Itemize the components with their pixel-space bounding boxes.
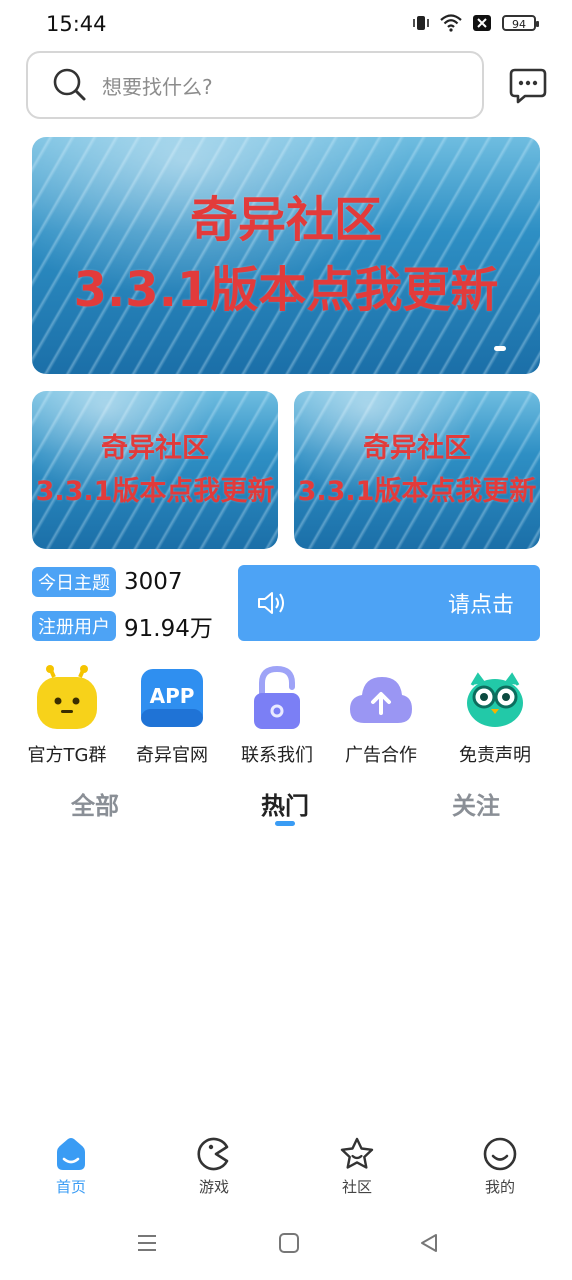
stat-topics: 今日主题 3007	[32, 567, 183, 597]
smile-icon	[483, 1137, 517, 1171]
search-input[interactable]: 想要找什么?	[26, 51, 484, 119]
banner-left-title: 奇异社区	[101, 432, 209, 464]
nav-games-label: 游戏	[198, 1178, 229, 1196]
quick-link-label: 广告合作	[345, 745, 417, 766]
no-sim-icon	[473, 15, 491, 31]
stat-topics-label: 今日主题	[32, 567, 116, 597]
quick-link-label: 联系我们	[241, 745, 313, 766]
tab-active-indicator	[275, 821, 295, 826]
quick-link-disclaimer[interactable]: 免责声明	[440, 665, 550, 767]
nav-community-label: 社区	[341, 1178, 372, 1196]
stat-users-value: 91.94万	[124, 616, 213, 642]
quick-link-tg[interactable]: 官方TG群	[12, 665, 122, 767]
wifi-icon	[440, 14, 462, 32]
quick-link-label: 奇异官网	[136, 745, 208, 766]
nav-games[interactable]: 游戏	[174, 1136, 254, 1197]
tab-hot[interactable]: 热门	[261, 786, 309, 821]
owl-icon	[467, 672, 523, 727]
banner-left-subtitle: 3.3.1版本点我更新	[35, 476, 275, 507]
nav-community[interactable]: 社区	[317, 1136, 397, 1197]
banner-title: 奇异社区	[189, 192, 382, 249]
tab-follow[interactable]: 关注	[452, 786, 500, 821]
stat-users-label: 注册用户	[32, 611, 116, 641]
svg-text:APP: APP	[150, 684, 195, 708]
message-icon[interactable]	[509, 66, 547, 104]
nav-home-label: 首页	[55, 1178, 86, 1196]
unlock-icon	[254, 665, 300, 729]
speaker-icon	[258, 592, 284, 614]
quick-link-website[interactable]: APP 奇异官网	[117, 665, 227, 767]
robot-icon	[37, 665, 97, 729]
battery-indicator: 94	[502, 15, 539, 31]
stat-users: 注册用户 91.94万	[32, 609, 213, 643]
nav-profile[interactable]: 我的	[460, 1136, 540, 1197]
stat-topics-value: 3007	[124, 569, 183, 595]
cloud-upload-icon	[350, 677, 412, 723]
banner-subtitle: 3.3.1版本点我更新	[73, 261, 499, 318]
quick-link-ads[interactable]: 广告合作	[326, 665, 436, 767]
quick-link-contact[interactable]: 联系我们	[222, 665, 332, 767]
star-icon	[340, 1137, 374, 1169]
banner-right-subtitle: 3.3.1版本点我更新	[297, 476, 537, 507]
tab-all[interactable]: 全部	[71, 786, 119, 821]
banner-left[interactable]: 奇异社区 3.3.1版本点我更新	[32, 391, 278, 549]
quick-link-label: 官方TG群	[27, 745, 107, 766]
status-time: 15:44	[46, 12, 107, 36]
home-icon	[57, 1138, 85, 1170]
carousel-indicator	[494, 346, 506, 351]
quick-link-label: 免责声明	[459, 745, 531, 766]
app-icon: APP	[141, 669, 203, 727]
search-placeholder: 想要找什么?	[102, 74, 213, 99]
banner-right-title: 奇异社区	[363, 432, 471, 464]
main-banner[interactable]: 奇异社区 3.3.1版本点我更新	[32, 137, 540, 374]
nav-home[interactable]: 首页	[31, 1136, 111, 1197]
game-icon	[197, 1137, 229, 1171]
search-icon	[53, 68, 86, 101]
notice-text: 请点击	[448, 593, 515, 618]
vibrate-icon	[413, 16, 429, 30]
home-square-icon[interactable]	[278, 1232, 300, 1254]
status-icons: 94	[412, 14, 539, 32]
back-icon[interactable]	[418, 1232, 440, 1254]
banner-right[interactable]: 奇异社区 3.3.1版本点我更新	[294, 391, 540, 549]
notice-bar[interactable]: 请点击	[238, 565, 540, 641]
nav-profile-label: 我的	[484, 1178, 515, 1196]
menu-icon[interactable]	[136, 1232, 158, 1254]
